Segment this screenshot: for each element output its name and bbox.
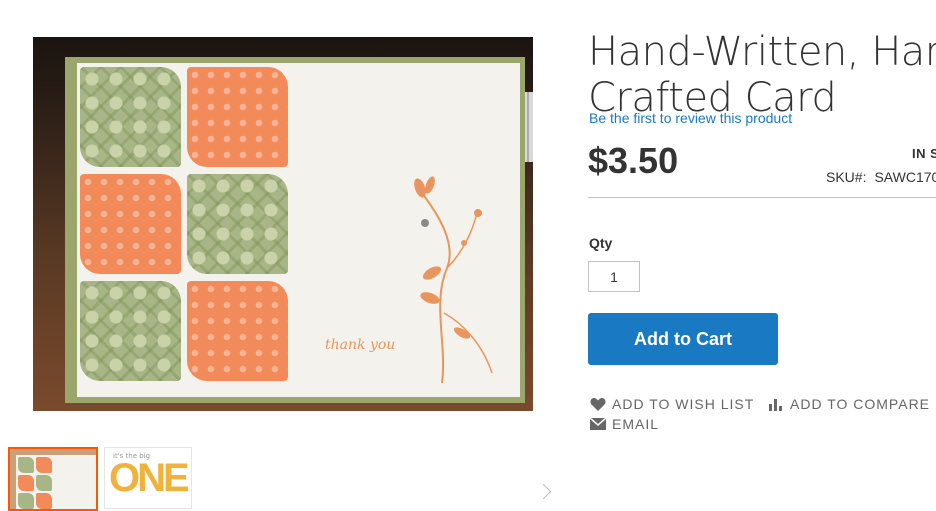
envelope-icon bbox=[590, 418, 606, 430]
tile-orange bbox=[187, 67, 288, 167]
flower-stamp-icon bbox=[414, 176, 493, 384]
tile-green bbox=[80, 67, 181, 167]
tile-green bbox=[80, 281, 181, 381]
thumbnail-big-text: ONE bbox=[109, 456, 190, 500]
wishlist-label: ADD TO WISH LIST bbox=[612, 396, 755, 412]
divider bbox=[588, 197, 936, 198]
product-price: $3.50 bbox=[588, 140, 679, 181]
tile-green bbox=[187, 174, 288, 274]
card-front: thank you bbox=[77, 63, 520, 397]
compare-label: ADD TO COMPARE bbox=[790, 396, 931, 412]
thumb-tile bbox=[18, 475, 34, 491]
email-label: EMAIL bbox=[612, 416, 660, 432]
review-link[interactable]: Be the first to review this product bbox=[589, 110, 792, 126]
email-link[interactable]: EMAIL bbox=[590, 416, 659, 432]
gallery-thumbnail-active[interactable] bbox=[8, 447, 98, 511]
thumb-tile bbox=[36, 457, 52, 473]
stock-status: IN STOCK bbox=[912, 146, 936, 161]
thumb-tile bbox=[18, 493, 34, 509]
card-greeting-text: thank you bbox=[325, 337, 396, 353]
tile-orange bbox=[80, 174, 181, 274]
thumb-tile bbox=[18, 457, 34, 473]
thumbnail-card bbox=[16, 455, 96, 509]
product-title: Hand-Written, Hand Crafted Card bbox=[588, 28, 936, 121]
add-to-cart-button[interactable]: Add to Cart bbox=[588, 313, 778, 365]
qty-label: Qty bbox=[589, 235, 613, 251]
gallery-next-arrow-icon[interactable] bbox=[535, 483, 552, 500]
sku-value: SAWC170 bbox=[874, 169, 936, 185]
product-sku: SKU#: SAWC170 bbox=[826, 169, 936, 185]
main-product-image[interactable]: thank you bbox=[33, 37, 533, 411]
thumb-tile bbox=[36, 475, 52, 491]
add-to-compare-link[interactable]: ADD TO COMPARE bbox=[768, 396, 930, 412]
sku-label: SKU#: bbox=[826, 169, 867, 185]
bar-chart-icon bbox=[768, 397, 784, 411]
card-backing: thank you bbox=[65, 57, 525, 403]
add-to-wishlist-link[interactable]: ADD TO WISH LIST bbox=[590, 396, 754, 412]
heart-icon bbox=[590, 397, 606, 411]
thumb-tile bbox=[36, 493, 52, 509]
qty-input[interactable] bbox=[588, 261, 640, 292]
tile-orange bbox=[187, 281, 288, 381]
